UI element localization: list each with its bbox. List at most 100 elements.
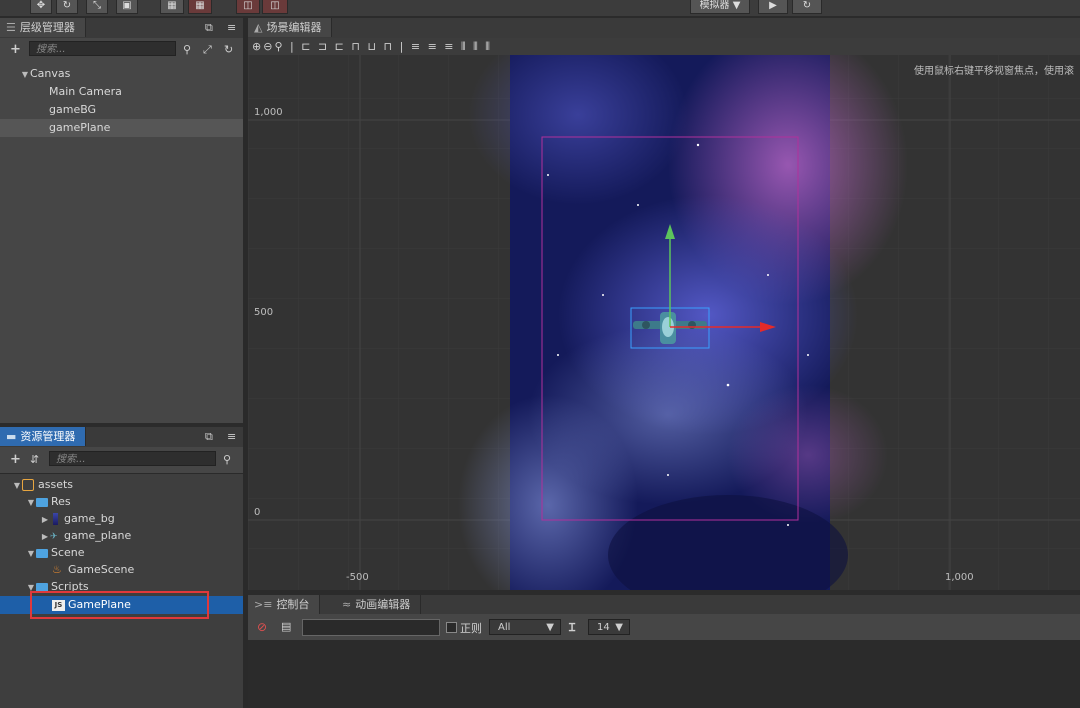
search-icon[interactable]: ⚲ xyxy=(183,43,191,56)
folder-icon: ▬ xyxy=(6,430,17,443)
rect-tool-button[interactable]: ▣ xyxy=(116,0,138,14)
folder-icon xyxy=(36,548,48,558)
asset-label: game_bg xyxy=(64,512,115,525)
console-filter-input[interactable] xyxy=(302,619,440,636)
play-icon[interactable]: ▶ xyxy=(758,0,788,14)
tree-node-label: Main Camera xyxy=(49,85,122,98)
asset-tree: ▼ assets ▼ Res ▶ game_bg ▶ ✈ game_plane ▼ Scen… xyxy=(0,473,243,708)
zoom-reset-icon[interactable]: ⚲ xyxy=(274,40,284,53)
tree-node-gameplane[interactable]: gamePlane xyxy=(0,119,243,137)
menu-icon[interactable]: ≡ xyxy=(227,21,236,34)
distribute-right-icon[interactable]: ⫴ xyxy=(485,40,492,53)
zoom-out-icon[interactable]: ⊖ xyxy=(263,40,274,53)
align-vcenter-icon[interactable]: ⊔ xyxy=(367,40,378,53)
x-axis-label-1000: 1,000 xyxy=(945,572,974,583)
tree-node-label: gameBG xyxy=(49,103,97,116)
font-size-icon: Ɪ xyxy=(569,621,576,634)
y-axis-label-500: 500 xyxy=(254,307,274,318)
open-log-file-icon[interactable]: ▤ xyxy=(281,620,291,633)
asset-label: assets xyxy=(38,478,74,491)
column-divider[interactable] xyxy=(243,16,248,707)
assets-tabstrip: ▬ 资源管理器 ⧉ ≡ xyxy=(0,427,243,447)
dropdown-arrow-icon: ▼ xyxy=(546,622,554,633)
local-toggle-button[interactable]: ▦ xyxy=(188,0,212,14)
tree-node-gamebg[interactable]: gameBG xyxy=(0,101,243,119)
asset-label: GameScene xyxy=(68,563,135,576)
add-asset-icon[interactable]: + xyxy=(10,452,21,467)
align-left-icon[interactable]: ⊏ xyxy=(301,40,312,53)
tab-hierarchy[interactable]: ☰ 层级管理器 xyxy=(0,18,86,37)
add-node-icon[interactable]: + xyxy=(10,42,21,57)
asset-game-plane[interactable]: ▶ ✈ game_plane xyxy=(40,527,131,545)
assets-panel: ▬ 资源管理器 ⧉ ≡ + ⇵ 搜索... ⚲ ▼ assets ▼ Res ▶ gam… xyxy=(0,427,243,708)
rotate-tool-button[interactable]: ↻ xyxy=(56,0,78,14)
refresh-icon[interactable]: ↻ xyxy=(224,43,233,56)
pivot-toggle-button[interactable]: ▦ xyxy=(160,0,184,14)
top-toolbar: ✥ ↻ ⤡ ▣ ▦ ▦ ◫ ◫ 模拟器 ▼ ▶ ↻ xyxy=(0,0,1080,16)
tab-scene-editor[interactable]: ◭ 场景编辑器 xyxy=(248,18,333,37)
console-log-area[interactable] xyxy=(248,640,1080,707)
folder-icon xyxy=(36,497,48,507)
tree-node-main-camera[interactable]: Main Camera xyxy=(0,83,243,101)
y-axis-label-1000: 1,000 xyxy=(254,107,283,118)
tab-assets[interactable]: ▬ 资源管理器 xyxy=(0,427,87,446)
asset-label: Res xyxy=(51,495,71,508)
sort-icon[interactable]: ⇵ xyxy=(30,453,39,466)
assets-search-input[interactable]: 搜索... xyxy=(49,451,216,466)
move-tool-button[interactable]: ✥ xyxy=(30,0,52,14)
grid-toggle-button[interactable]: ◫ xyxy=(262,0,288,14)
distribute-top-icon[interactable]: ≡ xyxy=(411,40,422,53)
asset-folder-res[interactable]: ▼ Res xyxy=(26,493,71,511)
hierarchy-tabstrip: ☰ 层级管理器 ⧉ ≡ xyxy=(0,18,243,38)
regex-checkbox[interactable] xyxy=(446,622,457,633)
scene-icon: ◭ xyxy=(254,21,263,34)
search-icon[interactable]: ⚲ xyxy=(223,453,231,466)
selection-highlight-box xyxy=(30,591,209,619)
expand-triangle-icon[interactable]: ▼ xyxy=(20,66,30,84)
refresh-icon[interactable]: ↻ xyxy=(792,0,822,14)
popout-icon[interactable]: ⧉ xyxy=(205,430,213,444)
tab-animation-editor[interactable]: ≈ 动画编辑器 xyxy=(336,595,422,614)
x-axis-label-neg500: -500 xyxy=(346,572,369,583)
align-bottom-icon[interactable]: ⊓ xyxy=(384,40,395,53)
console-tab-label: 控制台 xyxy=(276,598,310,611)
zoom-in-icon[interactable]: ⊕ xyxy=(252,40,263,53)
tab-console[interactable]: >≡ 控制台 xyxy=(248,595,321,614)
expand-triangle-icon[interactable]: ▼ xyxy=(26,545,36,563)
align-top-icon[interactable]: ⊓ xyxy=(351,40,362,53)
log-level-dropdown[interactable]: All ▼ xyxy=(489,619,561,635)
snap-toggle-button[interactable]: ◫ xyxy=(236,0,260,14)
align-hcenter-icon[interactable]: ⊐ xyxy=(318,40,329,53)
align-right-icon[interactable]: ⊏ xyxy=(335,40,346,53)
font-size-dropdown[interactable]: 14 ▼ xyxy=(588,619,630,635)
distribute-left-icon[interactable]: ⫴ xyxy=(461,40,468,53)
expand-icon[interactable]: ⤢ xyxy=(203,43,212,57)
hierarchy-search-input[interactable]: 搜索... xyxy=(29,41,176,56)
scene-align-toolbar: ⊕⊖⚲ | ⊏ ⊐ ⊏ ⊓ ⊔ ⊓ | ≡ ≡ ≡ ⫴ ⫴ ⫴ xyxy=(248,38,1080,55)
distribute-hcenter-icon[interactable]: ⫴ xyxy=(473,40,480,53)
expand-triangle-icon[interactable]: ▼ xyxy=(26,494,36,512)
menu-icon[interactable]: ≡ xyxy=(227,430,236,443)
distribute-vcenter-icon[interactable]: ≡ xyxy=(428,40,439,53)
expand-triangle-icon[interactable]: ▼ xyxy=(12,477,22,495)
asset-folder-scene[interactable]: ▼ Scene xyxy=(26,544,85,562)
scene-tab-label: 场景编辑器 xyxy=(266,21,322,34)
assets-tab-label: 资源管理器 xyxy=(20,430,76,443)
simulator-dropdown[interactable]: 模拟器 ▼ xyxy=(690,0,750,14)
tree-node-canvas[interactable]: ▼ Canvas xyxy=(0,65,243,83)
regex-label: 正则 xyxy=(460,622,482,635)
scene-viewport[interactable]: 1,000 500 0 -500 1,000 使用鼠标右键平移视窗焦点，使用滚 xyxy=(248,55,1080,590)
popout-icon[interactable]: ⧉ xyxy=(205,21,213,35)
clear-console-icon[interactable]: ⊘ xyxy=(257,620,267,634)
scene-canvas[interactable] xyxy=(248,55,1080,590)
animation-tab-label: 动画编辑器 xyxy=(355,598,411,611)
scene-hint-text: 使用鼠标右键平移视窗焦点，使用滚 xyxy=(914,66,1074,77)
console-icon: >≡ xyxy=(254,598,273,611)
asset-root[interactable]: ▼ assets xyxy=(12,476,73,494)
distribute-bottom-icon[interactable]: ≡ xyxy=(444,40,455,53)
y-axis-label-0: 0 xyxy=(254,507,261,518)
asset-game-bg[interactable]: ▶ game_bg xyxy=(40,510,115,528)
scale-tool-button[interactable]: ⤡ xyxy=(86,0,108,14)
console-tabstrip: >≡ 控制台 ≈ 动画编辑器 xyxy=(248,595,1080,614)
asset-game-scene[interactable]: ♨ GameScene xyxy=(52,561,134,579)
